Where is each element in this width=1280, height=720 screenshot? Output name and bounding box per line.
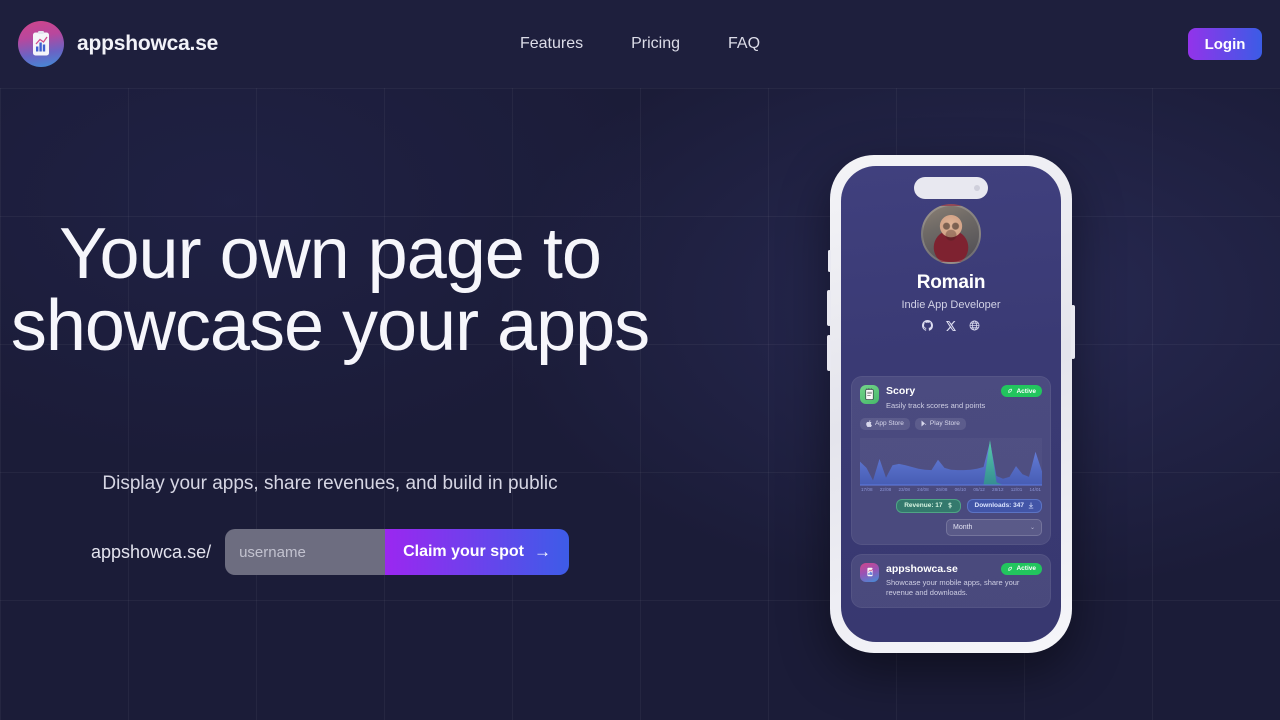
download-icon (1028, 502, 1034, 509)
apple-icon (866, 420, 872, 428)
app-stats-row: Revenue: 17 Downloads: 347 (860, 498, 1042, 513)
revenue-stat-label: Revenue: 17 (904, 502, 943, 510)
phone-chart-icon (18, 21, 64, 67)
status-badge-label: Active (1016, 565, 1036, 573)
nav-item-faq[interactable]: FAQ (728, 35, 760, 53)
brand-name: appshowca.se (77, 32, 219, 55)
login-button[interactable]: Login (1188, 28, 1262, 60)
downloads-revenue-chart: 17/08 22/08 23/08 24/08 26/08 06/10 05/12 28/12… (860, 438, 1042, 492)
x-twitter-icon[interactable] (946, 320, 956, 331)
app-description: Showcase your mobile apps, share your re… (886, 578, 1020, 598)
revenue-stat-pill: Revenue: 17 (896, 498, 961, 513)
phone-screen: Romain Indie App Developer Scory Easily … (841, 166, 1061, 642)
store-tag-app-store[interactable]: App Store (860, 417, 910, 430)
app-card-appshowcase[interactable]: appshowca.se Showcase your mobile apps, … (851, 553, 1051, 608)
chart-x-tick: 23/08 (898, 486, 910, 492)
chart-x-tick-labels: 17/08 22/08 23/08 24/08 26/08 06/10 05/12 28/12… (860, 487, 1042, 492)
dynamic-island (914, 177, 988, 199)
chart-x-tick: 12/01 (1010, 486, 1023, 492)
chart-svg (860, 439, 1042, 486)
phone-volume-up-button (827, 290, 831, 326)
app-card-header: appshowca.se Showcase your mobile apps, … (860, 562, 1042, 599)
profile-section: Romain Indie App Developer (841, 204, 1061, 331)
app-description: Easily track scores and points (886, 400, 986, 410)
store-tag-label: Play Store (929, 420, 960, 428)
chart-x-tick: 22/08 (879, 486, 892, 492)
status-badge: Active (1001, 562, 1042, 575)
downloads-stat-pill: Downloads: 347 (966, 498, 1042, 513)
phone-mockup: Romain Indie App Developer Scory Easily … (827, 155, 1076, 655)
status-badge-label: Active (1016, 387, 1036, 395)
chart-x-tick: 24/08 (917, 486, 929, 492)
hero-subtitle: Display your apps, share revenues, and b… (102, 473, 558, 494)
claim-your-spot-button[interactable]: Claim your spot → (385, 529, 569, 575)
front-camera-icon (974, 185, 980, 191)
chart-x-tick: 05/12 (973, 486, 985, 492)
downloads-stat-label: Downloads: 347 (974, 502, 1024, 510)
social-links (841, 320, 1061, 331)
claim-button-label: Claim your spot (403, 543, 524, 560)
github-icon[interactable] (922, 320, 933, 331)
claim-input-group: Claim your spot → (225, 529, 569, 575)
dollar-icon (947, 502, 952, 509)
profile-role: Indie App Developer (901, 299, 1001, 311)
chart-x-tick: 17/08 (861, 486, 873, 492)
google-play-icon (921, 420, 927, 427)
brand-logo[interactable]: appshowca.se (18, 21, 218, 67)
scory-notepad-icon (860, 385, 879, 404)
globe-icon[interactable] (969, 320, 980, 331)
chart-x-tick: 14/01 (1029, 486, 1041, 492)
store-tags: App Store Play Store (860, 417, 1042, 430)
arrow-right-icon: → (533, 542, 551, 561)
username-input[interactable] (225, 529, 386, 575)
status-badge: Active (1001, 385, 1042, 397)
domain-prefix-label: appshowca.se/ (91, 541, 212, 562)
store-tag-label: App Store (875, 420, 904, 428)
app-card-scory[interactable]: Scory Easily track scores and points Act… (851, 376, 1051, 545)
phone-volume-down-button (827, 335, 831, 371)
chart-x-tick: 06/10 (954, 486, 967, 492)
phone-power-button (1071, 305, 1075, 359)
store-tag-play-store[interactable]: Play Store (914, 417, 966, 430)
nav-item-pricing[interactable]: Pricing (631, 35, 680, 53)
period-select-value: Month (953, 523, 973, 531)
avatar (921, 204, 981, 264)
phone-silent-switch (828, 250, 831, 272)
claim-form: appshowca.se/ Claim your spot → (0, 529, 660, 575)
nav-item-features[interactable]: Features (520, 35, 583, 53)
hero-section: Your own page to showcase your apps Disp… (0, 88, 700, 720)
rocket-icon (1008, 566, 1013, 571)
chart-x-tick: 26/08 (935, 486, 948, 492)
app-card-header: Scory Easily track scores and points Act… (860, 385, 1042, 411)
rocket-icon (1008, 388, 1013, 393)
page-title: Your own page to showcase your apps (10, 214, 650, 366)
phone-frame: Romain Indie App Developer Scory Easily … (827, 155, 1075, 653)
period-select[interactable]: Month ⌄ (946, 518, 1042, 536)
chevron-down-icon: ⌄ (1029, 524, 1035, 531)
chart-x-tick: 28/12 (992, 486, 1004, 492)
app-cards-list: Scory Easily track scores and points Act… (851, 376, 1051, 617)
appshowcase-icon (860, 562, 879, 582)
site-header: appshowca.se Features Pricing FAQ Login (0, 0, 1280, 88)
profile-name: Romain (916, 272, 986, 293)
